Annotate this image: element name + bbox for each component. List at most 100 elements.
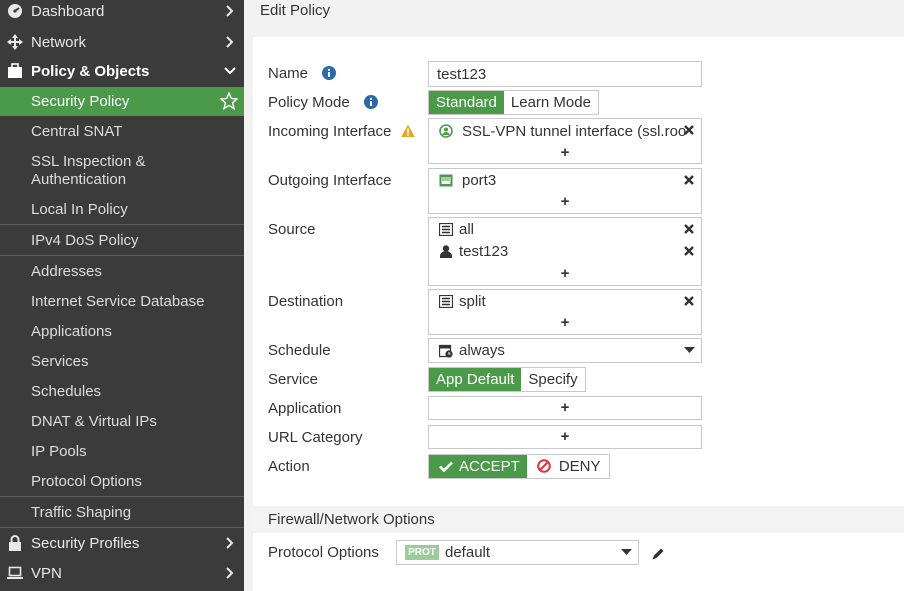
briefcase-icon [6,62,24,80]
application-label: Application [268,400,342,417]
protocol-options-select[interactable]: PROT default [396,540,639,565]
nav-applications-label: Applications [31,322,112,340]
specify-button[interactable]: Specify [521,368,585,391]
action-toggle: ACCEPT DENY [428,454,610,479]
schedule-label: Schedule [268,342,331,359]
add-source-button[interactable]: + [429,265,701,282]
lock-icon [6,534,24,552]
firewall-section-header: Firewall/Network Options [253,506,904,533]
nav-internet-service-database-label: Internet Service Database [31,292,205,310]
incoming-interface-label-text: Incoming Interface [268,123,392,140]
nav-security-policy[interactable]: Security Policy [0,87,244,116]
nav-protocol-options-label: Protocol Options [31,472,142,490]
name-label: Name [268,65,337,82]
source-label: Source [268,221,316,238]
accept-button[interactable]: ACCEPT [429,455,527,478]
policy-mode-toggle: Standard Learn Mode [428,90,599,115]
destination-label: Destination [268,293,344,310]
outgoing-interface-value: port3 [462,172,497,189]
nav-addresses-label: Addresses [31,262,102,280]
incoming-interface-value: SSL-VPN tunnel interface (ssl.roo [462,123,687,140]
app-default-button[interactable]: App Default [429,368,522,391]
page-header: Edit Policy [248,0,904,22]
nav-ssl-inspection[interactable]: SSL Inspection & Authentication [0,151,244,191]
add-application-button[interactable]: + [429,399,701,416]
nav-dnat-virtual-ips-label: DNAT & Virtual IPs [31,412,157,430]
remove-icon[interactable] [683,223,695,235]
firewall-section-title: Firewall/Network Options [268,511,435,528]
nav-network[interactable]: Network [0,28,244,56]
remove-icon[interactable] [683,245,695,257]
nav-internet-service-database[interactable]: Internet Service Database [0,287,244,315]
divider [0,496,244,497]
divider [0,527,244,528]
learn-mode-button[interactable]: Learn Mode [503,91,598,114]
name-input[interactable] [428,61,702,87]
info-icon[interactable] [322,66,337,80]
nav-traffic-shaping[interactable]: Traffic Shaping [0,498,244,526]
deny-icon [537,459,551,473]
remove-icon[interactable] [683,124,695,136]
deny-button[interactable]: DENY [526,455,609,478]
url-category-field[interactable]: + [428,425,702,449]
protocol-options-label: Protocol Options [268,544,379,561]
remove-icon[interactable] [683,295,695,307]
page-title: Edit Policy [260,2,331,19]
outgoing-interface-field[interactable]: port3 + [428,168,702,214]
policy-mode-label-text: Policy Mode [268,94,350,111]
nav-security-profiles[interactable]: Security Profiles [0,529,244,557]
nav-schedules[interactable]: Schedules [0,377,244,405]
info-icon[interactable] [363,95,378,109]
chevron-right-icon [226,567,234,579]
edit-pencil-icon[interactable] [651,547,665,561]
network-icon [6,33,24,51]
remove-icon[interactable] [683,174,695,186]
divider [0,255,244,256]
accept-label: ACCEPT [459,458,520,475]
nav-local-in-policy[interactable]: Local In Policy [0,195,244,223]
address-icon [439,223,453,236]
nav-policy-objects[interactable]: Policy & Objects [0,57,244,85]
destination-field[interactable]: split + [428,289,702,335]
nav-ip-pools-label: IP Pools [31,442,87,460]
address-icon [439,295,453,308]
policy-mode-label: Policy Mode [268,94,378,111]
port-icon [439,174,453,187]
nav-applications[interactable]: Applications [0,317,244,345]
schedule-select[interactable]: always [428,338,702,363]
action-label: Action [268,458,310,475]
add-outgoing-button[interactable]: + [429,193,701,210]
url-category-label: URL Category [268,429,363,446]
standard-mode-button[interactable]: Standard [429,91,504,114]
nav-ssl-inspection-label: SSL Inspection & Authentication [31,153,146,188]
incoming-interface-field[interactable]: SSL-VPN tunnel interface (ssl.roo + [428,118,702,164]
nav-addresses[interactable]: Addresses [0,257,244,285]
nav-vpn[interactable]: VPN [0,559,244,587]
add-destination-button[interactable]: + [429,314,701,331]
destination-value: split [459,293,486,310]
application-field[interactable]: + [428,396,702,420]
nav-ipv4-dos-policy[interactable]: IPv4 DoS Policy [0,226,244,254]
add-url-category-button[interactable]: + [429,428,701,445]
user-icon [440,245,452,258]
star-icon[interactable] [220,92,238,110]
chevron-right-icon [226,537,234,549]
nav-central-snat[interactable]: Central SNAT [0,117,244,145]
incoming-interface-label: Incoming Interface [268,123,415,140]
nav-ip-pools[interactable]: IP Pools [0,437,244,465]
chevron-down-icon [224,67,236,75]
outgoing-interface-label: Outgoing Interface [268,172,392,189]
nav-dnat-virtual-ips[interactable]: DNAT & Virtual IPs [0,407,244,435]
chevron-right-icon [226,5,234,17]
check-icon [439,461,453,473]
nav-protocol-options[interactable]: Protocol Options [0,467,244,495]
nav-services-label: Services [31,352,89,370]
nav-central-snat-label: Central SNAT [31,122,123,140]
service-label: Service [268,371,319,388]
nav-services[interactable]: Services [0,347,244,375]
nav-dashboard[interactable]: Dashboard [0,0,244,22]
nav-ipv4-dos-policy-label: IPv4 DoS Policy [31,231,139,249]
add-incoming-button[interactable]: + [429,144,701,161]
source-field[interactable]: all test123 + [428,217,702,286]
name-label-text: Name [268,65,309,82]
